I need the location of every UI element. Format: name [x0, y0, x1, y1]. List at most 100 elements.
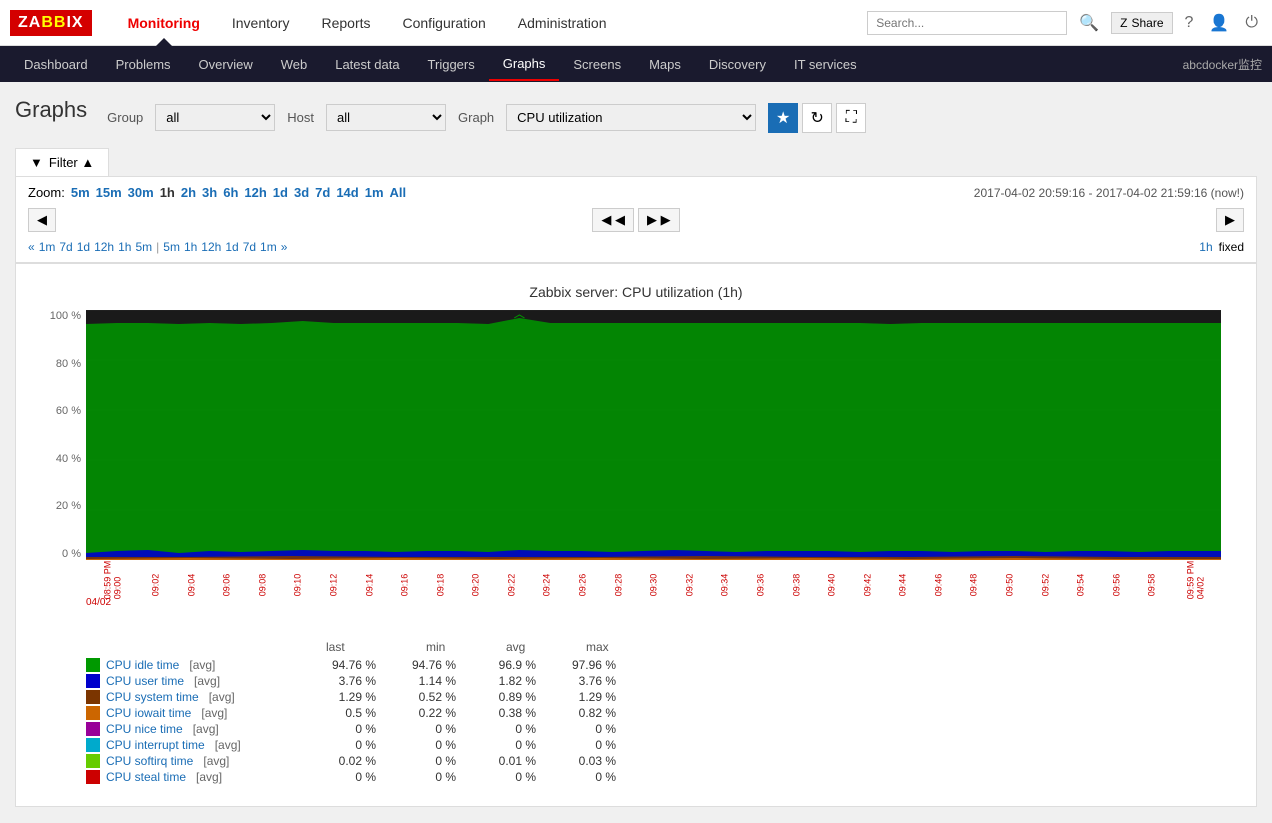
x-label-0932: 09:32 — [684, 574, 694, 597]
step-1h-back[interactable]: 1h — [118, 240, 131, 254]
group-label: Group — [107, 110, 143, 125]
step-1h-fwd[interactable]: 1h — [184, 240, 197, 254]
time-sep: | — [156, 240, 159, 254]
legend-name-6[interactable]: CPU softirq time [avg] — [106, 754, 306, 768]
step-5m-fwd[interactable]: 5m — [163, 240, 180, 254]
power-icon[interactable]: ⏻ — [1241, 10, 1262, 36]
chart-svg — [86, 310, 1221, 560]
host-select[interactable]: all — [326, 104, 446, 131]
legend-name-0[interactable]: CPU idle time [avg] — [106, 658, 306, 672]
graph-controls: Zoom: 5m 15m 30m 1h 2h 3h 6h 12h 1d 3d 7… — [15, 176, 1257, 263]
subnav-it-services[interactable]: IT services — [780, 49, 871, 80]
legend-name-3[interactable]: CPU iowait time [avg] — [106, 706, 306, 720]
subnav-dashboard[interactable]: Dashboard — [10, 49, 102, 80]
nav-monitoring[interactable]: Monitoring — [112, 2, 216, 44]
user-label: abcdocker监控 — [1183, 56, 1262, 73]
zoom-6h[interactable]: 6h — [223, 185, 238, 200]
legend-color-5 — [86, 738, 100, 752]
time-range: 2017-04-02 20:59:16 - 2017-04-02 21:59:1… — [974, 186, 1244, 200]
step-5m-back[interactable]: 5m — [135, 240, 152, 254]
legend-rows: CPU idle time [avg] 94.76 % 94.76 % 96.9… — [86, 658, 1186, 784]
nav-administration[interactable]: Administration — [502, 2, 623, 44]
zoom-all[interactable]: All — [390, 185, 407, 200]
step-12h-back[interactable]: 12h — [94, 240, 114, 254]
legend-color-1 — [86, 674, 100, 688]
legend-row-7: CPU steal time [avg] 0 % 0 % 0 % 0 % — [86, 770, 1186, 784]
favorite-button[interactable]: ★ — [768, 103, 798, 133]
legend-color-2 — [86, 690, 100, 704]
subnav-maps[interactable]: Maps — [635, 49, 695, 80]
subnav-screens[interactable]: Screens — [559, 49, 635, 80]
x-label-0906: 09:06 — [222, 574, 232, 597]
nav-inventory[interactable]: Inventory — [216, 2, 306, 44]
step-far-fwd[interactable]: » — [281, 240, 288, 254]
host-label: Host — [287, 110, 314, 125]
zoom-5m[interactable]: 5m — [71, 185, 90, 200]
zoom-1m[interactable]: 1m — [365, 185, 384, 200]
x-label-0920: 09:20 — [471, 574, 481, 597]
zoom-1h[interactable]: 1h — [160, 185, 175, 200]
step-7d-back[interactable]: 7d — [59, 240, 72, 254]
legend-color-3 — [86, 706, 100, 720]
step-1m-back[interactable]: 1m — [39, 240, 56, 254]
legend-min-3: 0.22 % — [386, 706, 466, 720]
chart-title: Zabbix server: CPU utilization (1h) — [36, 284, 1236, 300]
zoom-3h[interactable]: 3h — [202, 185, 217, 200]
legend-name-4[interactable]: CPU nice time [avg] — [106, 722, 306, 736]
subnav-triggers[interactable]: Triggers — [414, 49, 489, 80]
zoom-in-arrow[interactable]: ▶ ▶ — [638, 208, 680, 232]
search-icon[interactable]: 🔍 — [1075, 9, 1103, 37]
zoom-7d[interactable]: 7d — [315, 185, 330, 200]
step-1m-fwd[interactable]: 1m — [260, 240, 277, 254]
step-1d-fwd[interactable]: 1d — [225, 240, 238, 254]
subnav-graphs[interactable]: Graphs — [489, 48, 560, 81]
x-label-0928: 09:28 — [613, 574, 623, 597]
zoom-14d[interactable]: 14d — [336, 185, 358, 200]
zoom-out-arrow[interactable]: ◀ ◀ — [592, 208, 634, 232]
subnav-problems[interactable]: Problems — [102, 49, 185, 80]
step-far-back[interactable]: « — [28, 240, 35, 254]
legend-name-7[interactable]: CPU steal time [avg] — [106, 770, 306, 784]
zoom-12h[interactable]: 12h — [244, 185, 266, 200]
zoom-2h[interactable]: 2h — [181, 185, 196, 200]
legend-name-2[interactable]: CPU system time [avg] — [106, 690, 306, 704]
x-label-0930: 09:30 — [648, 574, 658, 597]
zoom-1d[interactable]: 1d — [273, 185, 288, 200]
zoom-15m[interactable]: 15m — [96, 185, 122, 200]
refresh-button[interactable]: ↻ — [802, 103, 832, 133]
x-label-0958: 09:58 — [1147, 574, 1157, 597]
zoom-30m[interactable]: 30m — [128, 185, 154, 200]
logo[interactable]: ZABBIX — [10, 10, 92, 36]
fullscreen-button[interactable]: ⛶ — [836, 103, 866, 133]
y-label-100: 100 % — [50, 310, 81, 322]
group-select[interactable]: all — [155, 104, 275, 131]
step-12h-fwd[interactable]: 12h — [201, 240, 221, 254]
nav-configuration[interactable]: Configuration — [387, 2, 502, 44]
legend-col-min: min — [426, 640, 506, 654]
legend-row-5: CPU interrupt time [avg] 0 % 0 % 0 % 0 % — [86, 738, 1186, 752]
page-title: Graphs — [15, 97, 87, 123]
period-1h[interactable]: 1h — [1199, 240, 1212, 254]
zoom-3d[interactable]: 3d — [294, 185, 309, 200]
subnav-discovery[interactable]: Discovery — [695, 49, 780, 80]
nav-reports[interactable]: Reports — [305, 2, 386, 44]
filter-toggle[interactable]: ▼ Filter ▲ — [15, 148, 109, 176]
step-7d-fwd[interactable]: 7d — [243, 240, 256, 254]
legend-max-3: 0.82 % — [546, 706, 626, 720]
share-button[interactable]: Z Share — [1111, 12, 1172, 34]
subnav-web[interactable]: Web — [267, 49, 322, 80]
search-input[interactable] — [867, 11, 1067, 35]
zoom-controls: Zoom: 5m 15m 30m 1h 2h 3h 6h 12h 1d 3d 7… — [28, 185, 406, 200]
legend-min-0: 94.76 % — [386, 658, 466, 672]
graph-select[interactable]: CPU utilization — [506, 104, 756, 131]
legend-name-1[interactable]: CPU user time [avg] — [106, 674, 306, 688]
subnav-overview[interactable]: Overview — [185, 49, 267, 80]
help-icon[interactable]: ? — [1181, 10, 1198, 36]
filter-icon: ▼ — [30, 155, 43, 170]
legend-name-5[interactable]: CPU interrupt time [avg] — [106, 738, 306, 752]
subnav-latest-data[interactable]: Latest data — [321, 49, 413, 80]
step-1d-back[interactable]: 1d — [77, 240, 90, 254]
prev-arrow[interactable]: ◀ — [28, 208, 56, 232]
next-arrow[interactable]: ▶ — [1216, 208, 1244, 232]
user-icon[interactable]: 👤 — [1205, 9, 1233, 37]
